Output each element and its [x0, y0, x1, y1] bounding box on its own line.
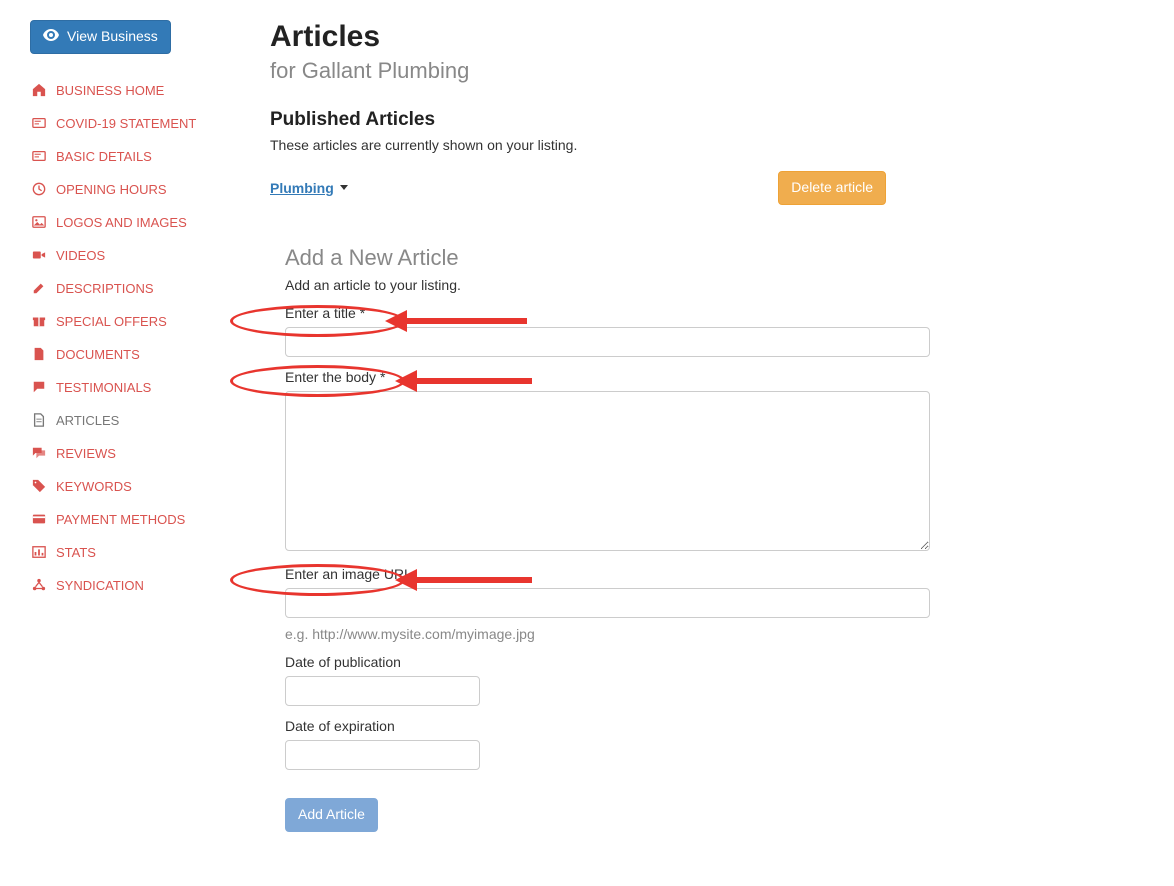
image-url-help: e.g. http://www.mysite.com/myimage.jpg: [285, 626, 930, 642]
chart-icon: [30, 545, 48, 559]
sidebar-item-label: SYNDICATION: [56, 578, 144, 593]
sidebar-item-documents[interactable]: DOCUMENTS: [30, 338, 255, 371]
body-label: Enter the body *: [285, 369, 930, 385]
title-input[interactable]: [285, 327, 930, 357]
pub-date-label: Date of publication: [285, 654, 930, 670]
sidebar-item-label: BUSINESS HOME: [56, 83, 164, 98]
sidebar-item-label: VIDEOS: [56, 248, 105, 263]
sidebar-item-opening-hours[interactable]: OPENING HOURS: [30, 173, 255, 206]
tag-icon: [30, 479, 48, 493]
form-subtext: Add an article to your listing.: [285, 277, 930, 293]
credit-icon: [30, 512, 48, 526]
page-subtitle: for Gallant Plumbing: [270, 58, 1144, 84]
form-title: Add a New Article: [285, 245, 930, 271]
sidebar-item-stats[interactable]: STATS: [30, 536, 255, 569]
exp-date-label: Date of expiration: [285, 718, 930, 734]
sidebar-item-label: ARTICLES: [56, 413, 119, 428]
home-icon: [30, 83, 48, 97]
add-article-button[interactable]: Add Article: [285, 798, 378, 832]
pencil-icon: [30, 281, 48, 295]
article-link-label: Plumbing: [270, 180, 334, 196]
comments-icon: [30, 446, 48, 460]
sidebar-item-label: LOGOS AND IMAGES: [56, 215, 187, 230]
sidebar-item-label: DOCUMENTS: [56, 347, 140, 362]
sidebar-item-label: BASIC DETAILS: [56, 149, 152, 164]
view-business-label: View Business: [67, 27, 158, 47]
sidebar-nav: BUSINESS HOME COVID-19 STATEMENT BASIC DET…: [30, 74, 255, 602]
sidebar-item-videos[interactable]: VIDEOS: [30, 239, 255, 272]
view-business-button[interactable]: View Business: [30, 20, 171, 54]
page-title: Articles: [270, 20, 1144, 54]
article-link-plumbing[interactable]: Plumbing: [270, 180, 348, 196]
sidebar-item-syndication[interactable]: SYNDICATION: [30, 569, 255, 602]
eye-icon: [43, 27, 59, 47]
sidebar-item-label: REVIEWS: [56, 446, 116, 461]
sidebar-item-articles[interactable]: ARTICLES: [30, 404, 255, 437]
gift-icon: [30, 314, 48, 328]
file-alt-icon: [30, 413, 48, 427]
sidebar-item-label: SPECIAL OFFERS: [56, 314, 167, 329]
image-icon: [30, 215, 48, 229]
sidebar-item-business-home[interactable]: BUSINESS HOME: [30, 74, 255, 107]
sidebar-item-label: COVID-19 STATEMENT: [56, 116, 196, 131]
caret-icon: [340, 185, 348, 190]
delete-article-button[interactable]: Delete article: [778, 171, 886, 205]
clock-icon: [30, 182, 48, 196]
sidebar-item-label: KEYWORDS: [56, 479, 132, 494]
sidebar-item-label: DESCRIPTIONS: [56, 281, 154, 296]
card-icon: [30, 149, 48, 163]
sidebar-item-descriptions[interactable]: DESCRIPTIONS: [30, 272, 255, 305]
sidebar-item-testimonials[interactable]: TESTIMONIALS: [30, 371, 255, 404]
body-textarea[interactable]: [285, 391, 930, 551]
published-title: Published Articles: [270, 109, 1144, 131]
sidebar-item-keywords[interactable]: KEYWORDS: [30, 470, 255, 503]
published-subtext: These articles are currently shown on yo…: [270, 137, 1144, 153]
sidebar-item-label: TESTIMONIALS: [56, 380, 151, 395]
exp-date-input[interactable]: [285, 740, 480, 770]
sidebar-item-reviews[interactable]: REVIEWS: [30, 437, 255, 470]
card-icon: [30, 116, 48, 130]
image-url-label: Enter an image URL: [285, 566, 930, 582]
sidebar-item-label: OPENING HOURS: [56, 182, 167, 197]
sidebar-item-covid-19-statement[interactable]: COVID-19 STATEMENT: [30, 107, 255, 140]
sidebar-item-logos-and-images[interactable]: LOGOS AND IMAGES: [30, 206, 255, 239]
sidebar-item-special-offers[interactable]: SPECIAL OFFERS: [30, 305, 255, 338]
sidebar-item-label: PAYMENT METHODS: [56, 512, 185, 527]
video-icon: [30, 248, 48, 262]
sidebar-item-label: STATS: [56, 545, 96, 560]
image-url-input[interactable]: [285, 588, 930, 618]
share-icon: [30, 578, 48, 592]
title-label: Enter a title *: [285, 305, 930, 321]
sidebar-item-payment-methods[interactable]: PAYMENT METHODS: [30, 503, 255, 536]
sidebar-item-basic-details[interactable]: BASIC DETAILS: [30, 140, 255, 173]
file-icon: [30, 347, 48, 361]
pub-date-input[interactable]: [285, 676, 480, 706]
comment-icon: [30, 380, 48, 394]
